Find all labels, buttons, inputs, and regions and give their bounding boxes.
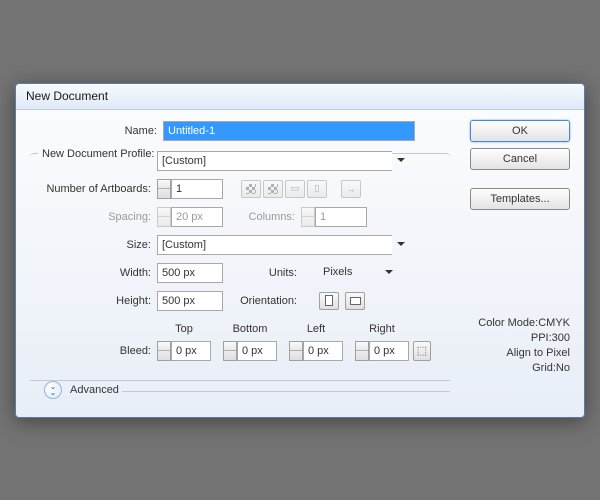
spinner-buttons-icon[interactable] <box>223 341 237 361</box>
advanced-toggle[interactable]: ⌄⌄ Advanced <box>30 380 450 399</box>
profile-dropdown[interactable]: [Custom] <box>157 151 409 171</box>
dropdown-arrow-icon <box>380 263 397 283</box>
size-value: [Custom] <box>157 235 392 255</box>
columns-label: Columns: <box>223 211 301 223</box>
profile-value: [Custom] <box>157 151 392 171</box>
dropdown-arrow-icon <box>392 151 409 171</box>
landscape-icon[interactable] <box>345 292 365 310</box>
bleed-bottom-label: Bottom <box>223 323 277 335</box>
rtl-icon[interactable]: → <box>341 180 361 198</box>
grid-by-col-icon[interactable] <box>263 180 283 198</box>
units-label: Units: <box>223 267 301 279</box>
dialog-body: Name: Untitled-1 New Document Profile: [… <box>16 110 584 417</box>
document-info: Color Mode:CMYK PPI:300 Align to Pixel G… <box>470 316 570 376</box>
bleed-left-spinner[interactable]: 0 px <box>289 341 343 361</box>
spacing-spinner: 20 px <box>157 207 223 227</box>
portrait-icon[interactable] <box>319 292 339 310</box>
spinner-buttons-icon[interactable] <box>289 341 303 361</box>
spinner-buttons-icon[interactable] <box>157 341 171 361</box>
bleed-right-spinner[interactable]: 0 px <box>355 341 409 361</box>
dropdown-arrow-icon <box>392 235 409 255</box>
columns-input: 1 <box>315 207 367 227</box>
form-area: Name: Untitled-1 New Document Profile: [… <box>30 120 450 399</box>
artboard-layout-toggle: ▭ ▯ <box>241 180 327 198</box>
spinner-buttons-icon[interactable] <box>157 179 171 199</box>
units-dropdown[interactable]: Pixels <box>319 263 397 283</box>
profile-group: New Document Profile: [Custom] Number of… <box>30 148 450 372</box>
advanced-label: Advanced <box>70 384 119 396</box>
size-label: Size: <box>38 239 157 251</box>
templates-button[interactable]: Templates... <box>470 188 570 210</box>
bleed-left-input[interactable]: 0 px <box>303 341 343 361</box>
orientation-label: Orientation: <box>223 295 301 307</box>
spinner-buttons-icon <box>157 207 171 227</box>
color-mode-info: Color Mode:CMYK <box>470 316 570 331</box>
width-input[interactable]: 500 px <box>157 263 223 283</box>
spacing-label: Spacing: <box>38 211 157 223</box>
units-value: Pixels <box>319 263 380 283</box>
row-icon[interactable]: ▭ <box>285 180 305 198</box>
columns-spinner: 1 <box>301 207 367 227</box>
name-label: Name: <box>30 125 163 137</box>
ppi-info: PPI:300 <box>470 331 570 346</box>
bleed-bottom-input[interactable]: 0 px <box>237 341 277 361</box>
bleed-bottom-spinner[interactable]: 0 px <box>223 341 277 361</box>
height-label: Height: <box>38 295 157 307</box>
artboards-input[interactable]: 1 <box>171 179 223 199</box>
profile-label: New Document Profile: <box>38 148 159 160</box>
spacing-input: 20 px <box>171 207 223 227</box>
orientation-toggle <box>319 292 365 310</box>
name-input[interactable]: Untitled-1 <box>163 121 415 141</box>
link-bleed-icon[interactable]: ⬚ <box>413 341 431 361</box>
chevron-down-icon: ⌄⌄ <box>44 381 62 399</box>
new-document-dialog: New Document Name: Untitled-1 New Docume… <box>15 83 585 418</box>
bleed-right-input[interactable]: 0 px <box>369 341 409 361</box>
bleed-right-label: Right <box>355 323 409 335</box>
bleed-top-spinner[interactable]: 0 px <box>157 341 211 361</box>
dialog-title: New Document <box>16 84 584 110</box>
spinner-buttons-icon[interactable] <box>355 341 369 361</box>
artboards-spinner[interactable]: 1 <box>157 179 223 199</box>
height-input[interactable]: 500 px <box>157 291 223 311</box>
bleed-label: Bleed: <box>38 345 157 357</box>
cancel-button[interactable]: Cancel <box>470 148 570 170</box>
bleed-top-label: Top <box>157 323 211 335</box>
side-buttons: OK Cancel Templates... Color Mode:CMYK P… <box>470 120 570 399</box>
col-icon[interactable]: ▯ <box>307 180 327 198</box>
align-grid-info: Align to Pixel Grid:No <box>470 346 570 376</box>
width-label: Width: <box>38 267 157 279</box>
size-dropdown[interactable]: [Custom] <box>157 235 409 255</box>
ok-button[interactable]: OK <box>470 120 570 142</box>
spinner-buttons-icon <box>301 207 315 227</box>
bleed-top-input[interactable]: 0 px <box>171 341 211 361</box>
bleed-left-label: Left <box>289 323 343 335</box>
artboards-label: Number of Artboards: <box>38 183 157 195</box>
grid-by-row-icon[interactable] <box>241 180 261 198</box>
